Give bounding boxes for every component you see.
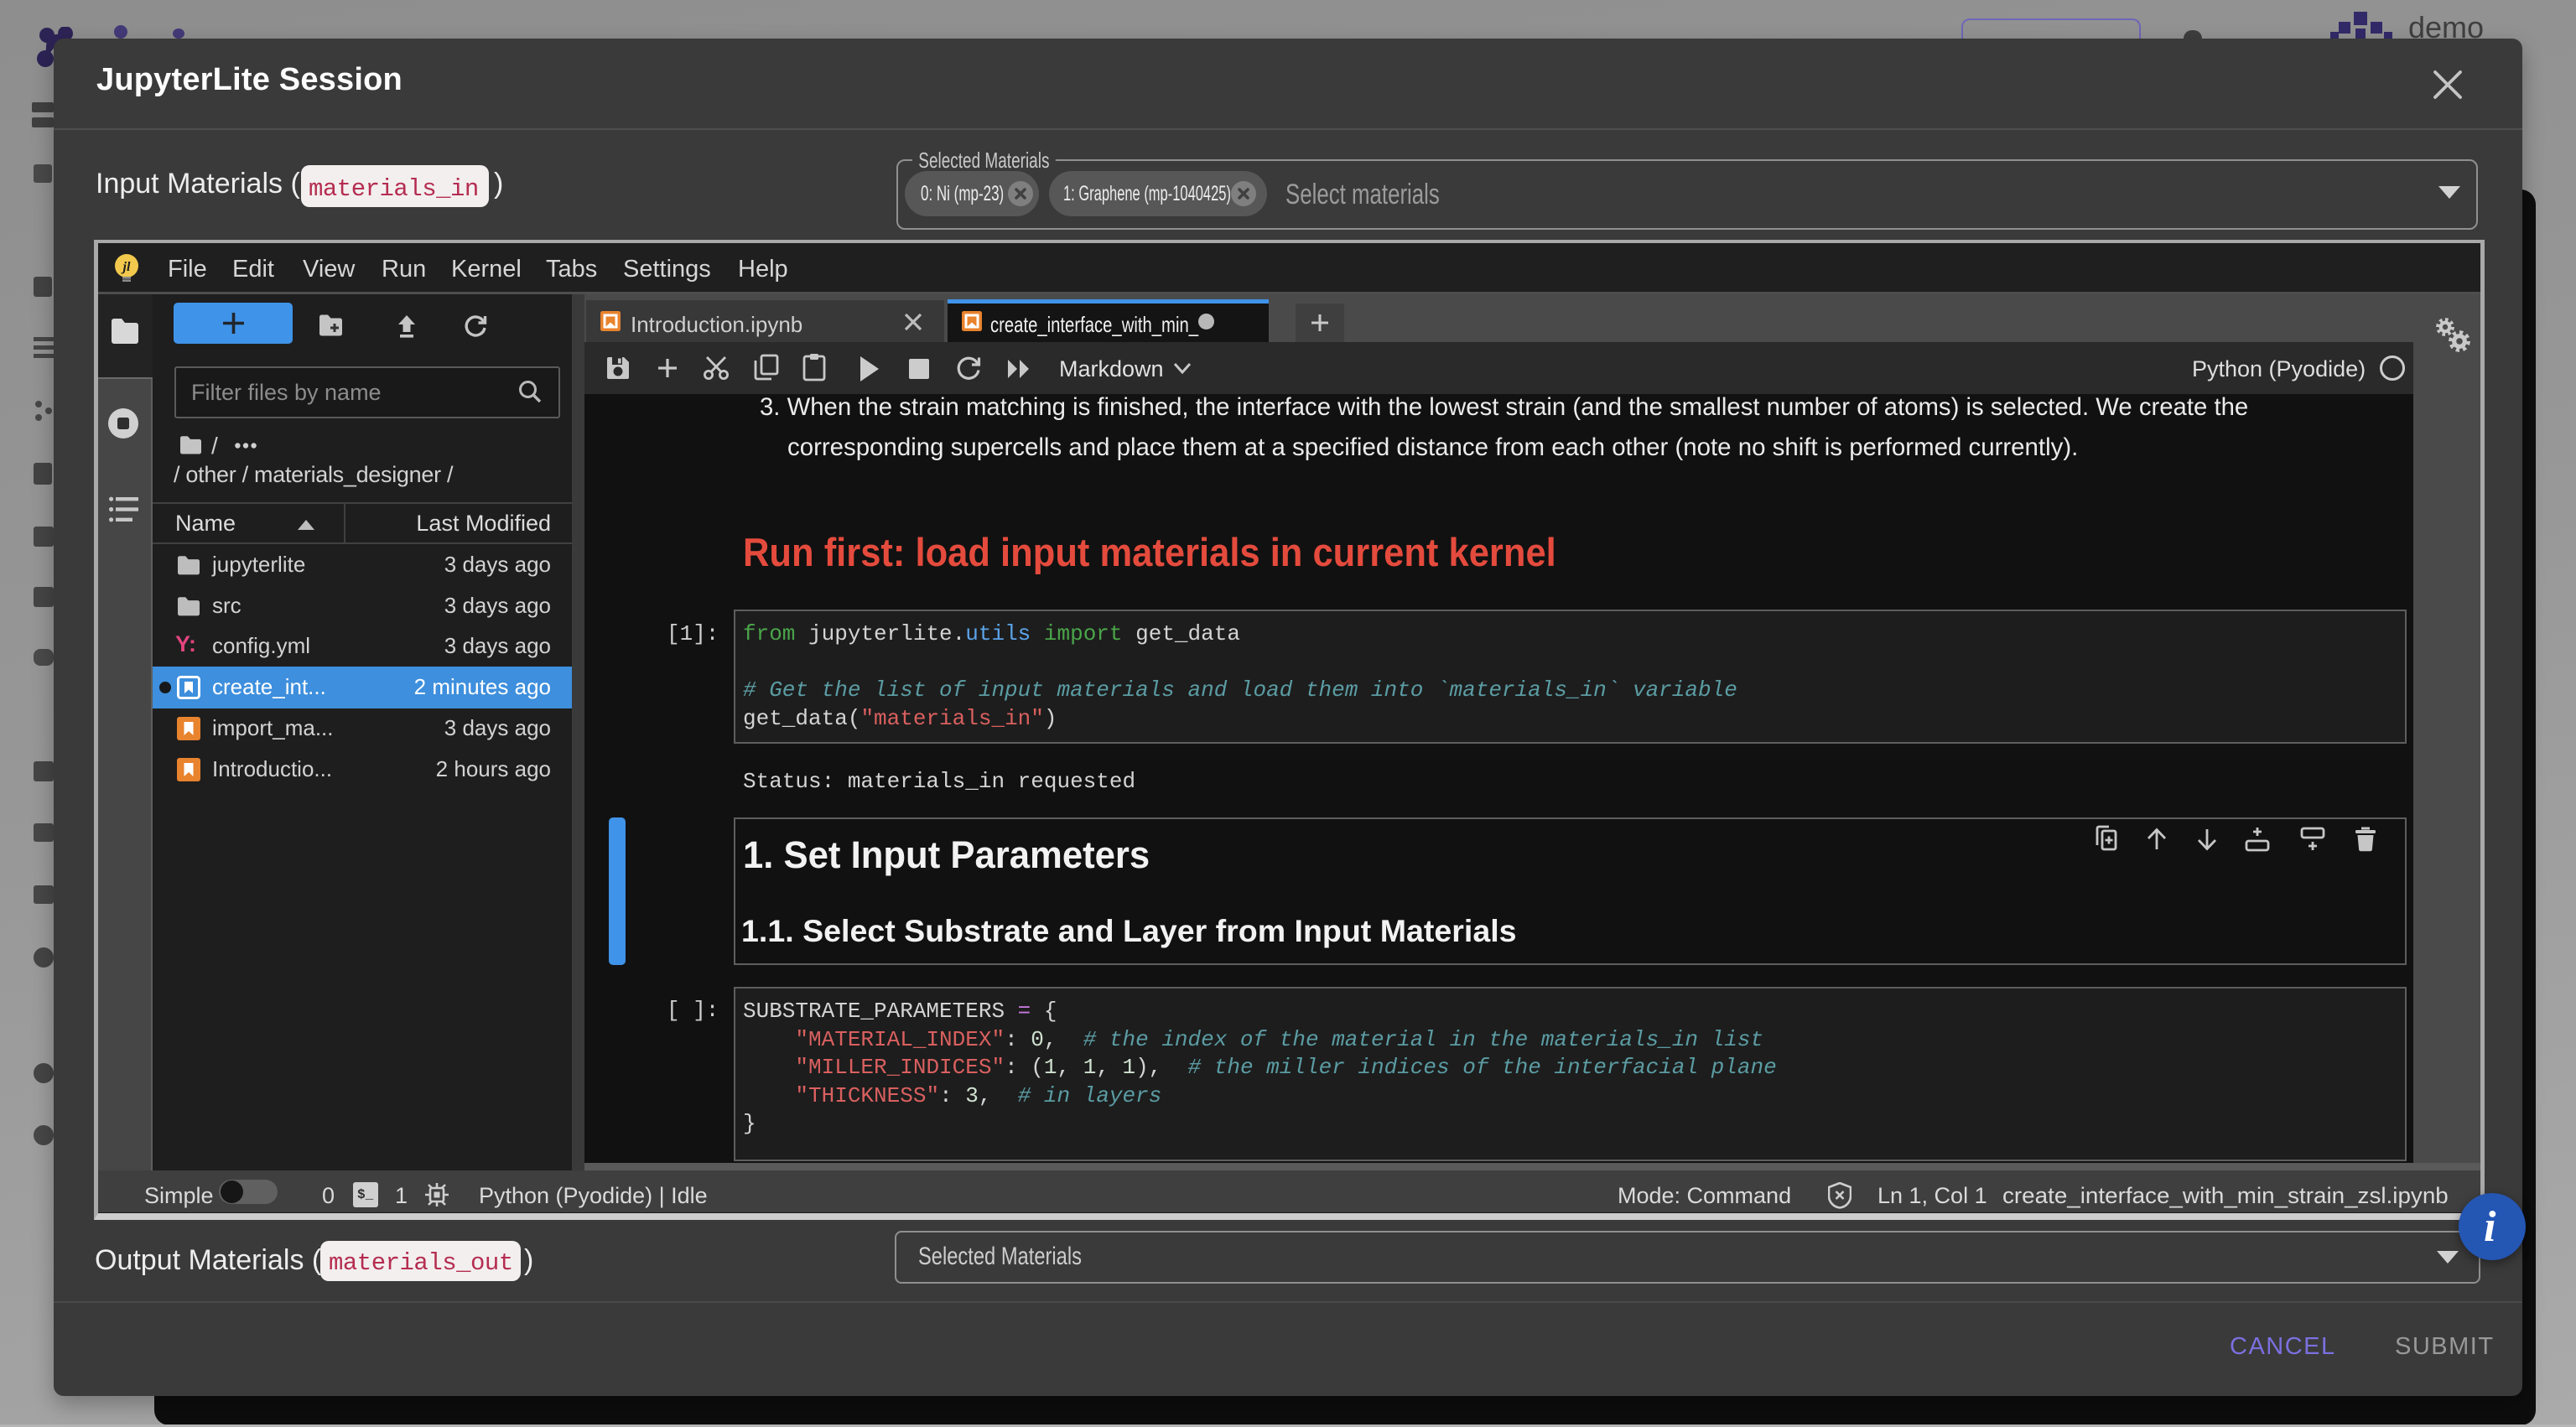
svg-text:$_: $_ bbox=[357, 1187, 374, 1202]
